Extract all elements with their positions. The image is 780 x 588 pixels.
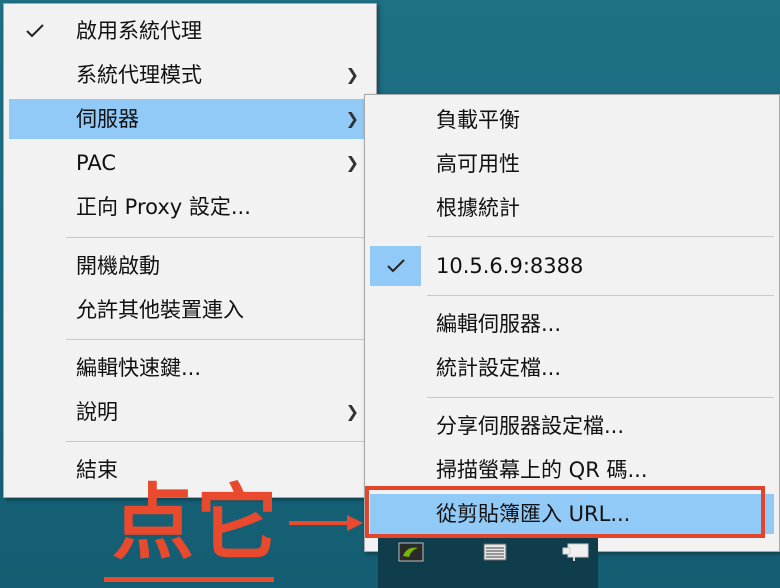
menu-item-label: 統計設定檔...	[436, 356, 562, 380]
menu-item-label: 分享伺服器設定檔...	[436, 414, 625, 438]
menu-item-label: 編輯快速鍵...	[76, 356, 202, 380]
menu-separator	[427, 236, 774, 237]
menu-item-allow-lan[interactable]: 允許其他裝置連入	[9, 290, 371, 330]
menu-item-label: 高可用性	[436, 152, 520, 176]
chevron-right-icon: ❯	[345, 109, 359, 128]
menu-item-label: 系統代理模式	[76, 63, 202, 87]
arrow-right-icon	[289, 515, 363, 531]
menu-item-label: 10.5.6.9:8388	[436, 254, 584, 278]
menu-separator	[66, 441, 371, 442]
menu-item-forward-proxy[interactable]: 正向 Proxy 設定...	[9, 187, 371, 227]
menu-item-servers[interactable]: 伺服器 ❯	[9, 99, 371, 139]
menu-item-label: 負載平衡	[436, 108, 520, 132]
annotation-text: 点它	[112, 476, 281, 571]
servers-submenu: 負載平衡 高可用性 根據統計 10.5.6.9:8388 編輯伺服器... 統計…	[364, 94, 780, 552]
context-menu: 啟用系統代理 系統代理模式 ❯ 伺服器 ❯ PAC ❯ 正向 Proxy 設定.…	[3, 3, 377, 498]
menu-item-label: 允許其他裝置連入	[76, 298, 244, 322]
menu-item-label: 正向 Proxy 設定...	[76, 195, 251, 219]
submenu-item-scan-qr[interactable]: 掃描螢幕上的 QR 碼...	[370, 450, 774, 490]
menu-item-label: 伺服器	[76, 107, 139, 131]
menu-separator	[427, 397, 774, 398]
menu-separator	[66, 339, 371, 340]
chevron-right-icon: ❯	[345, 402, 359, 421]
menu-item-label: 開機啟動	[76, 254, 160, 278]
menu-item-label: 編輯伺服器...	[436, 312, 562, 336]
menu-separator	[66, 237, 371, 238]
menu-separator	[427, 295, 774, 296]
chevron-right-icon: ❯	[345, 153, 359, 172]
menu-item-help[interactable]: 說明 ❯	[9, 392, 371, 432]
keyboard-icon[interactable]	[482, 540, 508, 568]
submenu-item-edit-servers[interactable]: 編輯伺服器...	[370, 304, 774, 344]
submenu-item-load-balance[interactable]: 負載平衡	[370, 100, 774, 140]
menu-item-label: 說明	[76, 400, 118, 424]
menu-item-pac[interactable]: PAC ❯	[9, 143, 371, 183]
menu-item-label: 根據統計	[436, 196, 520, 220]
menu-item-system-proxy-mode[interactable]: 系統代理模式 ❯	[9, 55, 371, 95]
menu-item-label: PAC	[76, 151, 116, 175]
submenu-item-high-availability[interactable]: 高可用性	[370, 144, 774, 184]
network-icon[interactable]	[560, 540, 594, 568]
annotation-underline	[104, 577, 274, 582]
checkmark-icon	[9, 11, 60, 51]
checkmark-icon	[370, 246, 421, 286]
submenu-item-share-config[interactable]: 分享伺服器設定檔...	[370, 406, 774, 446]
nvidia-icon[interactable]	[398, 540, 424, 568]
submenu-item-statistics-config[interactable]: 統計設定檔...	[370, 348, 774, 388]
menu-item-start-on-boot[interactable]: 開機啟動	[9, 246, 371, 286]
menu-item-label: 掃描螢幕上的 QR 碼...	[436, 458, 648, 482]
annotation-highlight-box	[365, 486, 765, 538]
chevron-right-icon: ❯	[345, 65, 359, 84]
submenu-item-server-entry[interactable]: 10.5.6.9:8388	[370, 246, 774, 286]
menu-item-edit-hotkeys[interactable]: 編輯快速鍵...	[9, 348, 371, 388]
submenu-item-by-statistics[interactable]: 根據統計	[370, 188, 774, 228]
menu-item-label: 啟用系統代理	[76, 19, 202, 43]
menu-item-enable-system-proxy[interactable]: 啟用系統代理	[9, 11, 371, 51]
